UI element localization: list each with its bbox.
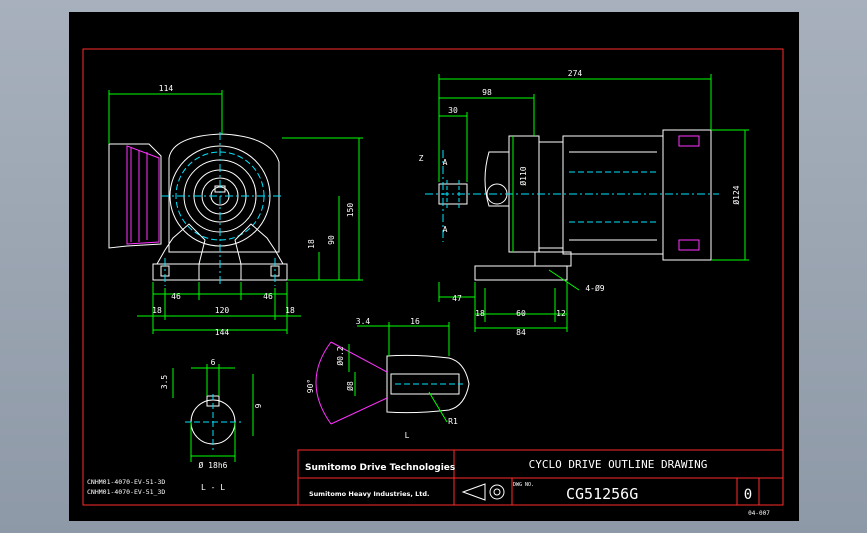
dim-shaft-angle: 90° — [306, 379, 315, 393]
key-section — [185, 394, 241, 450]
dim-base-left: 46 — [171, 292, 181, 301]
drawing-number: CG51256G — [566, 485, 638, 503]
side-view — [438, 129, 712, 281]
dim-front-width: 114 — [159, 84, 174, 93]
dim-front-height-low: 18 — [307, 239, 316, 249]
dim-base-total: 144 — [215, 328, 230, 337]
dim-shaft-r: R1 — [448, 417, 458, 426]
projection-symbol — [461, 483, 505, 501]
label-a-top: A — [443, 158, 448, 167]
front-view — [108, 133, 288, 281]
model-line-1: CNHM01-4070-EV-51-3D — [87, 478, 165, 486]
dim-side-base-84: 84 — [516, 328, 526, 337]
dim-side-holes: 4-Ø9 — [585, 283, 604, 293]
model-line-2: CNHM01-4070-EV-51_3D — [87, 488, 165, 496]
dim-side-total: 274 — [568, 69, 583, 78]
cad-viewport[interactable]: 114 150 90 18 46 46 120 18 18 144 274 98… — [69, 12, 799, 521]
dim-front-height-mid: 90 — [327, 235, 336, 245]
dim-shaft-16: 16 — [410, 317, 420, 326]
side-view-centerlines — [425, 150, 719, 242]
label-a-bottom: A — [443, 225, 448, 234]
drawing-title: CYCLO DRIVE OUTLINE DRAWING — [529, 458, 708, 471]
brand-name: Sumitomo Drive Technologies — [305, 463, 455, 473]
dwg-no-label: DWG NO. — [513, 482, 534, 488]
dim-key-6: 6 — [211, 358, 216, 367]
front-view-centerlines — [161, 132, 281, 286]
dim-key-dia: Ø 18h6 — [199, 460, 228, 470]
shaft-dimensions — [348, 322, 450, 423]
dim-shaft-d8: Ø8 — [345, 381, 355, 391]
dim-shaft-dia: Ø0.2 — [335, 346, 345, 365]
sheet-code: 04-007 — [748, 510, 770, 517]
label-z: Z — [419, 154, 424, 163]
dim-base-mid: 120 — [215, 306, 230, 315]
dim-key-9: 9 — [254, 403, 263, 408]
drawing-frame — [82, 48, 784, 506]
dim-side-key: 30 — [448, 106, 458, 115]
dim-side-dia-110: Ø110 — [518, 166, 528, 185]
cad-drawing: 114 150 90 18 46 46 120 18 18 144 274 98… — [82, 48, 784, 517]
dim-shaft-3-4: 3.4 — [356, 317, 371, 326]
dim-side-base-12: 12 — [556, 309, 566, 318]
section-label: L - L — [201, 483, 225, 492]
dim-side-base-47: 47 — [452, 294, 462, 303]
revision-number: 0 — [744, 487, 752, 503]
dim-base-right: 46 — [263, 292, 273, 301]
dim-base-edge-left: 18 — [152, 306, 162, 315]
dim-side-shaft: 98 — [482, 88, 492, 97]
label-l: L — [405, 431, 410, 440]
dim-side-base-18: 18 — [475, 309, 485, 318]
dim-side-dia-124: Ø124 — [731, 185, 741, 204]
company-name: Sumitomo Heavy Industries, Ltd. — [309, 490, 429, 498]
side-dimensions — [438, 74, 749, 332]
dim-base-edge-right: 18 — [285, 306, 295, 315]
dim-side-base-60: 60 — [516, 309, 526, 318]
dim-key-3-5: 3.5 — [160, 375, 169, 390]
dim-front-height-total: 150 — [346, 203, 355, 218]
